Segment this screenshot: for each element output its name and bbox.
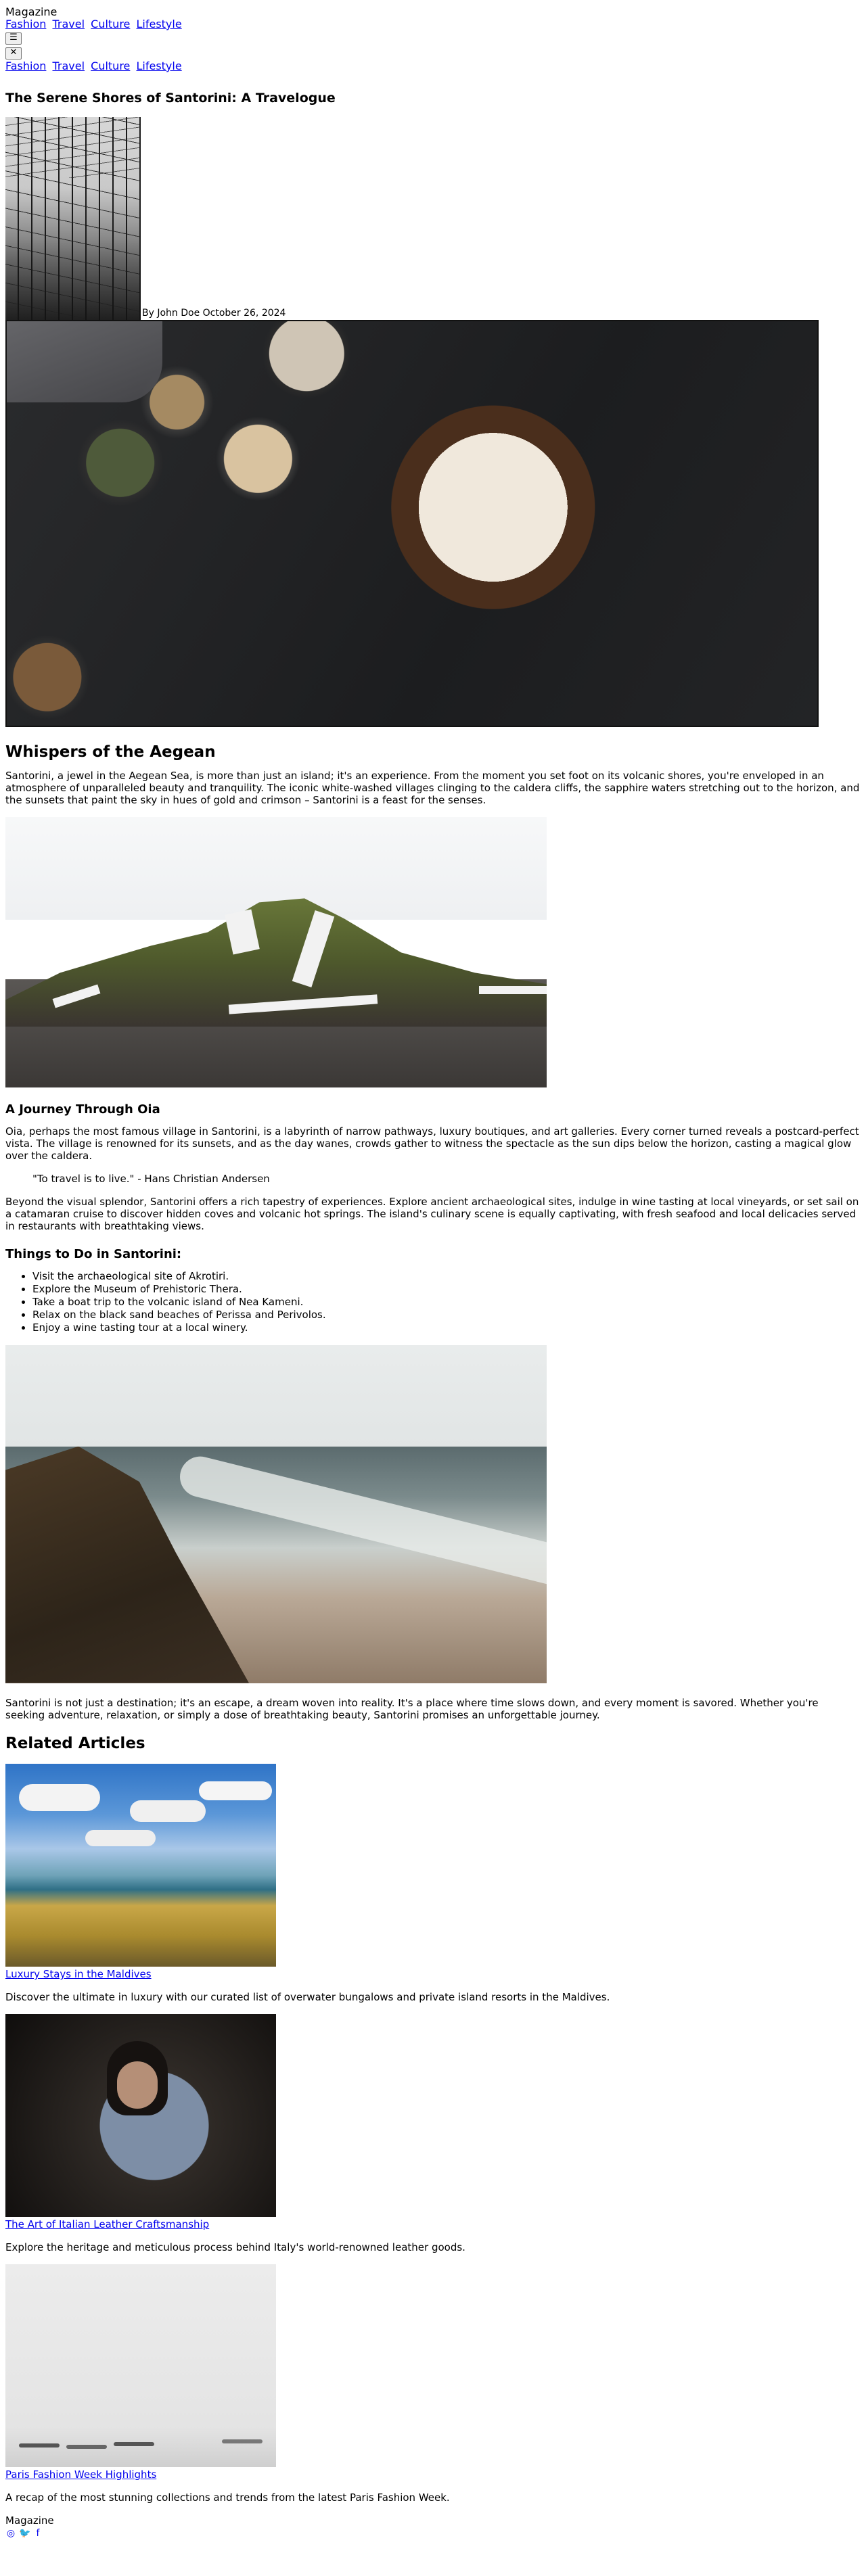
- close-icon[interactable]: ✕: [5, 47, 22, 60]
- mobile-nav-link-lifestyle[interactable]: Lifestyle: [136, 60, 181, 72]
- twitter-icon[interactable]: 🐦: [19, 2528, 30, 2539]
- related-desc: A recap of the most stunning collections…: [5, 2491, 450, 2504]
- nav-link-culture[interactable]: Culture: [91, 18, 130, 30]
- list-item: Enjoy a wine tasting tour at a local win…: [32, 1321, 861, 1334]
- section-heading-oia: A Journey Through Oia: [5, 1102, 160, 1117]
- related-image-leather[interactable]: [5, 2014, 276, 2218]
- related-link-maldives[interactable]: Luxury Stays in the Maldives: [5, 1968, 152, 1980]
- mobile-nav: Fashion Travel Culture Lifestyle: [5, 60, 861, 72]
- hamburger-menu-icon[interactable]: ☰: [5, 32, 22, 45]
- related-link-leather[interactable]: The Art of Italian Leather Craftsmanship: [5, 2218, 209, 2230]
- section-heading-aegean: Whispers of the Aegean: [5, 743, 216, 761]
- mobile-nav-link-culture[interactable]: Culture: [91, 60, 130, 72]
- byline: By John Doe October 26, 2024: [142, 308, 286, 319]
- related-card: Paris Fashion Week Highlights A recap of…: [5, 2264, 861, 2504]
- section-text-oia: Oia, perhaps the most famous village in …: [5, 1125, 859, 1162]
- article-title: The Serene Shores of Santorini: A Travel…: [5, 91, 336, 106]
- list-item: Visit the archaeological site of Akrotir…: [32, 1270, 861, 1283]
- instagram-icon[interactable]: ◎: [5, 2528, 16, 2539]
- social-links: ◎ 🐦 f: [5, 2528, 861, 2539]
- facebook-icon[interactable]: f: [32, 2528, 43, 2539]
- list-item: Take a boat trip to the volcanic island …: [32, 1296, 861, 1309]
- section-text-experiences: Beyond the visual splendor, Santorini of…: [5, 1195, 859, 1232]
- article: The Serene Shores of Santorini: A Travel…: [5, 91, 861, 1721]
- related-link-paris[interactable]: Paris Fashion Week Highlights: [5, 2468, 156, 2481]
- coast-image: [5, 1344, 547, 1683]
- todo-list: Visit the archaeological site of Akrotir…: [5, 1270, 861, 1334]
- mobile-nav-link-fashion[interactable]: Fashion: [5, 60, 46, 72]
- list-item: Explore the Museum of Prehistoric Thera.: [32, 1283, 861, 1296]
- mountain-image: [5, 817, 547, 1088]
- section-text-aegean: Santorini, a jewel in the Aegean Sea, is…: [5, 770, 860, 807]
- related-card: The Art of Italian Leather Craftsmanship…: [5, 2014, 861, 2253]
- footer-brand: Magazine: [5, 2514, 54, 2527]
- todo-heading: Things to Do in Santorini:: [5, 1246, 182, 1261]
- main-nav: Fashion Travel Culture Lifestyle: [5, 18, 861, 30]
- related-image-paris[interactable]: [5, 2264, 276, 2468]
- site-header: Magazine Fashion Travel Culture Lifestyl…: [5, 0, 861, 72]
- hero-image: [5, 319, 819, 727]
- related-desc: Discover the ultimate in luxury with our…: [5, 1991, 610, 2004]
- related-card: Luxury Stays in the Maldives Discover th…: [5, 1764, 861, 2003]
- list-item: Relax on the black sand beaches of Peris…: [32, 1309, 861, 1321]
- closing-text: Santorini is not just a destination; it'…: [5, 1696, 819, 1721]
- related-image-maldives[interactable]: [5, 1764, 276, 1967]
- related-desc: Explore the heritage and meticulous proc…: [5, 2241, 465, 2254]
- quote: "To travel is to live." - Hans Christian…: [32, 1172, 270, 1185]
- nav-link-lifestyle[interactable]: Lifestyle: [136, 18, 181, 30]
- nav-link-travel[interactable]: Travel: [52, 18, 85, 30]
- author-photo: [5, 116, 141, 320]
- related-heading: Related Articles: [5, 1734, 145, 1752]
- site-brand[interactable]: Magazine: [5, 0, 861, 18]
- related-articles: Related Articles Luxury Stays in the Mal…: [5, 1735, 861, 2504]
- site-footer: Magazine ◎ 🐦 f: [5, 2514, 861, 2539]
- byline-row: By John Doe October 26, 2024: [5, 116, 861, 320]
- nav-link-fashion[interactable]: Fashion: [5, 18, 46, 30]
- mobile-nav-link-travel[interactable]: Travel: [52, 60, 85, 72]
